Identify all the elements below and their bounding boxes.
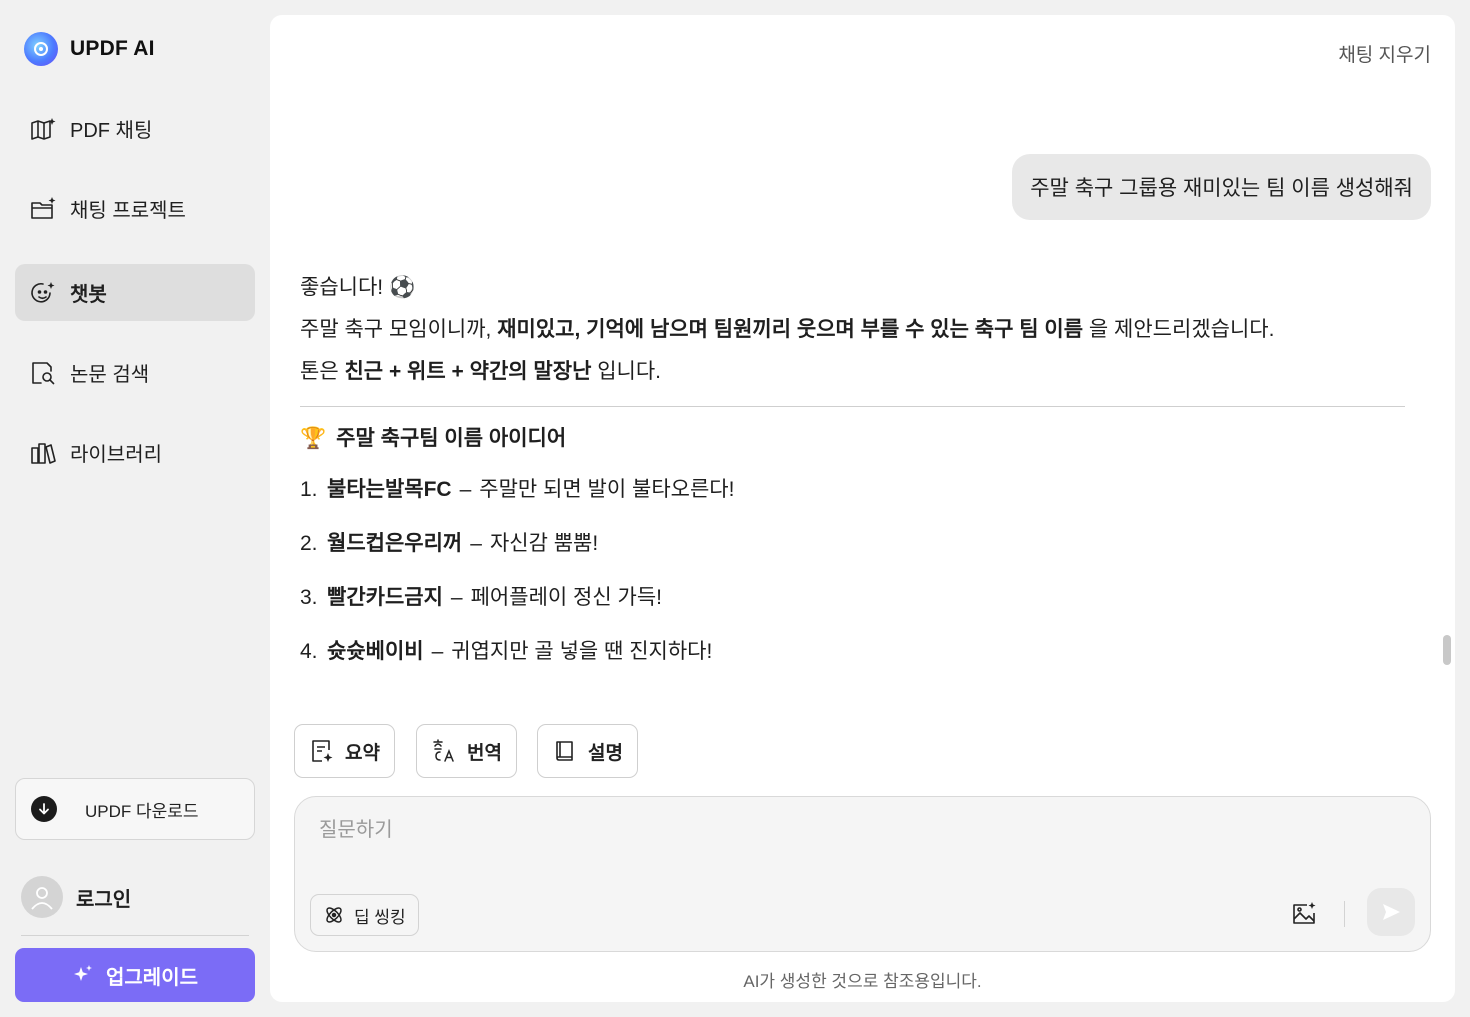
- avatar: [21, 876, 63, 918]
- sidebar: UPDF AI PDF 채팅 채팅 프로젝트 챗봇 논문 검색 라이브러리 UP…: [0, 0, 270, 1017]
- composer: 딥 씽킹: [294, 796, 1431, 952]
- scroll-fade: [300, 677, 1410, 707]
- translate-label: 번역: [467, 742, 502, 764]
- sidebar-item-label: 챗봇: [70, 284, 107, 306]
- book-sparkle-icon: [31, 117, 56, 140]
- sidebar-item-library[interactable]: 라이브러리: [15, 424, 255, 481]
- sidebar-item-pdf-chat[interactable]: PDF 채팅: [15, 100, 255, 157]
- image-generate-button[interactable]: [1288, 898, 1320, 930]
- clear-chat-button[interactable]: 채팅 지우기: [1338, 40, 1431, 67]
- translate-icon: [433, 739, 454, 762]
- deep-thinking-label: 딥 씽킹: [354, 907, 406, 927]
- send-button[interactable]: [1367, 888, 1415, 936]
- answer-heading: 🏆 주말 축구팀 이름 아이디어: [300, 415, 1410, 463]
- sidebar-item-chatbot[interactable]: 챗봇: [15, 264, 255, 321]
- explain-button[interactable]: 설명: [537, 724, 638, 778]
- answer-line: 주말 축구 모임이니까, 재미있고, 기억에 남으며 팀원끼리 웃으며 부를 수…: [300, 318, 1275, 341]
- sidebar-item-label: 채팅 프로젝트: [70, 200, 186, 222]
- translate-button[interactable]: 번역: [416, 724, 517, 778]
- explain-book-icon: [556, 741, 573, 761]
- chatbot-icon: [31, 281, 55, 303]
- user-message-bubble: 주말 축구 그룹용 재미있는 팀 이름 생성해줘: [1012, 154, 1431, 220]
- sidebar-item-label: 논문 검색: [70, 364, 150, 386]
- updf-logo-icon: [24, 32, 58, 66]
- upgrade-label: 업그레이드: [106, 966, 198, 989]
- explain-label: 설명: [588, 742, 623, 764]
- deep-thinking-button[interactable]: 딥 씽킹: [310, 894, 419, 936]
- sidebar-item-label: PDF 채팅: [70, 120, 153, 142]
- image-sparkle-icon: [1293, 902, 1316, 924]
- list-item: 3. 빨간카드금지 – 페어플레이 정신 가득!: [300, 586, 662, 609]
- divider: [1344, 901, 1345, 927]
- sidebar-item-chat-project[interactable]: 채팅 프로젝트: [15, 180, 255, 237]
- answer-line: 톤은 친근 + 위트 + 약간의 말장난 입니다.: [300, 360, 662, 383]
- sparkle-icon: [74, 965, 92, 981]
- brand-name: UPDF AI: [70, 37, 155, 60]
- divider: [21, 935, 249, 936]
- divider: [300, 406, 1405, 407]
- library-icon: [31, 442, 56, 464]
- list-item: 4. 슛슛베이비 – 귀엽지만 골 넣을 땐 진지하다!: [300, 640, 713, 663]
- atom-icon: [326, 907, 342, 923]
- sidebar-item-paper-search[interactable]: 논문 검색: [15, 344, 255, 401]
- answer-greeting: 좋습니다! ⚽: [300, 276, 416, 299]
- sidebar-item-label: 라이브러리: [70, 444, 162, 466]
- trophy-icon: 🏆: [300, 427, 327, 450]
- paper-search-icon: [32, 361, 55, 384]
- list-item: 2. 월드컵은우리꺼 – 자신감 뿜뿜!: [300, 532, 599, 555]
- login-button[interactable]: 로그인: [21, 876, 131, 918]
- team-name-list: 1. 불타는발목FC – 주말만 되면 발이 불타오른다! 2. 월드컵은우리꺼 – 자신감…: [300, 463, 1410, 679]
- list-item: 1. 불타는발목FC – 주말만 되면 발이 불타오른다!: [300, 478, 735, 501]
- user-icon: [31, 887, 53, 910]
- login-label: 로그인: [76, 888, 132, 911]
- summary-button[interactable]: 요약: [294, 724, 395, 778]
- summary-label: 요약: [345, 742, 380, 764]
- download-updf-button[interactable]: UPDF 다운로드: [15, 778, 255, 840]
- download-icon: [31, 796, 57, 822]
- ai-disclaimer: AI가 생성한 것으로 참조용입니다.: [743, 972, 982, 991]
- scrollbar-thumb[interactable]: [1443, 635, 1451, 665]
- download-label: UPDF 다운로드: [85, 801, 199, 821]
- folder-sparkle-icon: [31, 196, 56, 219]
- upgrade-button[interactable]: 업그레이드: [15, 948, 255, 1002]
- brand[interactable]: UPDF AI: [24, 32, 155, 66]
- summary-icon: [312, 740, 333, 762]
- send-icon: [1383, 904, 1400, 920]
- question-input[interactable]: [319, 819, 1219, 842]
- assistant-answer: 좋습니다! ⚽ 주말 축구 모임이니까, 재미있고, 기억에 남으며 팀원끼리 …: [300, 267, 1410, 707]
- chat-panel: 채팅 지우기 주말 축구 그룹용 재미있는 팀 이름 생성해줘 좋습니다! ⚽ …: [270, 15, 1455, 1002]
